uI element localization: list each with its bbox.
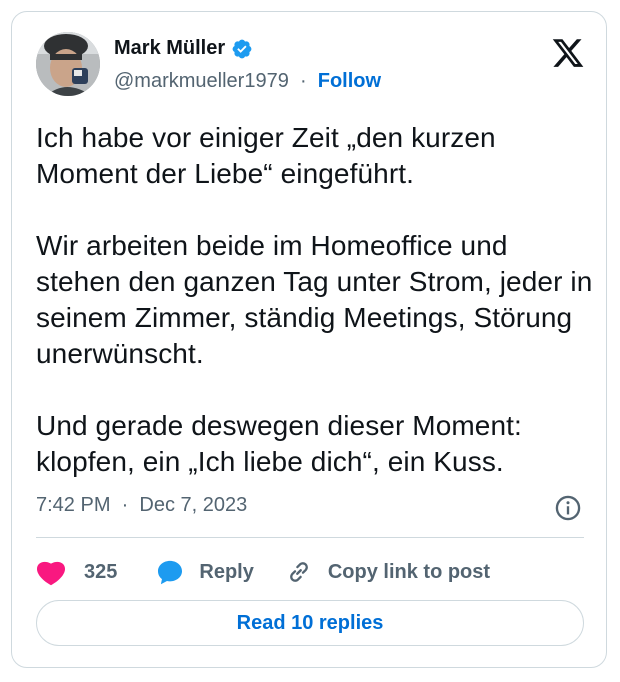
- tweet-timestamp[interactable]: 7:42 PM · Dec 7, 2023: [36, 494, 247, 517]
- read-replies-button[interactable]: Read 10 replies: [36, 600, 584, 646]
- x-logo-icon[interactable]: [550, 36, 586, 70]
- copy-link-button[interactable]: Copy link to post: [284, 558, 490, 586]
- avatar[interactable]: [36, 32, 100, 96]
- link-icon: [289, 562, 308, 582]
- author-name[interactable]: Mark Müller: [114, 37, 225, 60]
- handle-separator: ·: [294, 70, 313, 92]
- speech-bubble-icon: [158, 560, 183, 585]
- tweet-date: Dec 7, 2023: [139, 494, 248, 516]
- divider: [36, 537, 584, 538]
- tweet-text: Ich habe vor einiger Zeit „den kurzen Mo…: [36, 122, 593, 477]
- like-button[interactable]: 325: [36, 558, 117, 586]
- copy-link-label: Copy link to post: [327, 560, 491, 583]
- tweet-time: 7:42 PM: [36, 494, 111, 516]
- handle-row: @markmueller1979 · Follow: [114, 70, 381, 93]
- reply-button[interactable]: Reply: [155, 558, 254, 586]
- heart-icon: [36, 561, 66, 586]
- reply-label: Reply: [199, 560, 254, 583]
- like-count: 325: [84, 560, 118, 583]
- author-name-row: Mark Müller: [114, 37, 253, 60]
- follow-button[interactable]: Follow: [318, 70, 381, 92]
- avatar-image: [36, 32, 100, 96]
- meta-separator: ·: [116, 494, 134, 516]
- action-bar: 325 Reply Copy link to post: [36, 552, 490, 592]
- tweet-card: Mark Müller @markmueller1979 · Follow Ic…: [11, 11, 607, 668]
- verified-badge-icon: [232, 39, 252, 58]
- author-handle[interactable]: @markmueller1979: [114, 70, 289, 92]
- info-icon[interactable]: [554, 494, 582, 522]
